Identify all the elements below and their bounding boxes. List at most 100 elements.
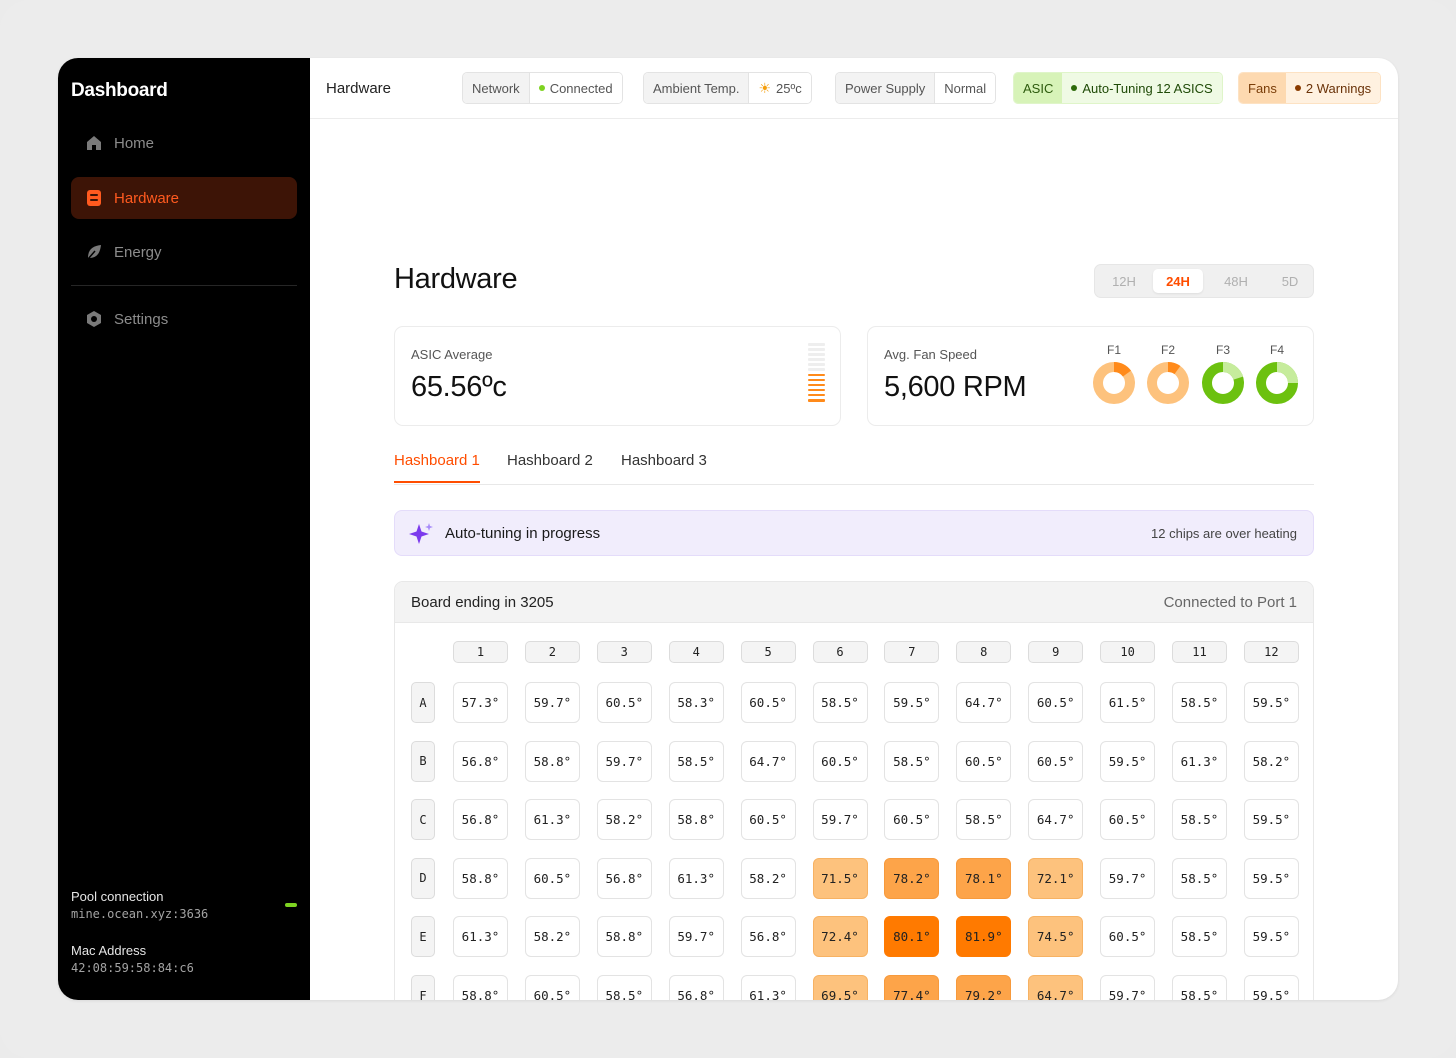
chip-cell[interactable]: 64.7°	[956, 682, 1012, 723]
chip-cell[interactable]: 60.5°	[740, 799, 796, 841]
power-supply-status[interactable]: Power Supply Normal	[835, 72, 997, 104]
chip-cell[interactable]: 58.2°	[596, 799, 652, 841]
chip-cell[interactable]: 61.3°	[453, 916, 508, 958]
chip-cell[interactable]: 61.5°	[1100, 682, 1156, 723]
chip-cell[interactable]: 58.5°	[1172, 916, 1227, 958]
pool-connection-label: Pool connection	[71, 889, 164, 904]
chip-cell[interactable]: 56.8°	[453, 740, 508, 782]
chip-cell[interactable]: 59.5°	[1243, 682, 1299, 723]
range-24h[interactable]: 24H	[1153, 269, 1203, 293]
chip-cell[interactable]: 64.7°	[1028, 799, 1084, 841]
chip-cell[interactable]: 58.8°	[453, 975, 508, 1000]
chip-cell[interactable]: 59.7°	[1100, 975, 1156, 1000]
column-header: 12	[1243, 641, 1299, 663]
chip-cell[interactable]: 59.7°	[1100, 857, 1156, 899]
chip-cell[interactable]: 58.8°	[524, 740, 580, 782]
chip-cell[interactable]: 74.5°	[1028, 916, 1084, 958]
chip-cell[interactable]: 78.2°	[884, 857, 940, 899]
chip-cell[interactable]: 61.3°	[668, 857, 724, 899]
chip-cell[interactable]: 59.7°	[668, 916, 724, 958]
chip-cell[interactable]: 56.8°	[740, 916, 796, 958]
chip-cell[interactable]: 79.2°	[956, 975, 1012, 1000]
chip-cell[interactable]: 59.7°	[812, 799, 868, 841]
chip-cell[interactable]: 60.5°	[740, 682, 796, 723]
sidebar-item-home[interactable]: Home	[71, 122, 297, 164]
chip-cell[interactable]: 81.9°	[956, 916, 1012, 958]
chip-cell[interactable]: 61.3°	[740, 975, 796, 1000]
chip-cell[interactable]: 58.3°	[668, 682, 724, 723]
chip-cell[interactable]: 58.2°	[524, 916, 580, 958]
ambient-temp-status[interactable]: Ambient Temp. ☀ 25ºc	[643, 72, 812, 104]
tab-hashboard-3[interactable]: Hashboard 3	[621, 452, 707, 481]
chip-cell[interactable]: 61.3°	[524, 799, 580, 841]
chip-cell[interactable]: 80.1°	[884, 916, 940, 958]
chip-cell[interactable]: 58.8°	[668, 799, 724, 841]
sidebar-item-energy[interactable]: Energy	[71, 231, 297, 273]
chip-cell[interactable]: 58.5°	[668, 740, 724, 782]
range-5d[interactable]: 5D	[1265, 269, 1315, 293]
banner-title: Auto-tuning in progress	[445, 525, 601, 542]
tab-hashboard-1[interactable]: Hashboard 1	[394, 452, 480, 483]
chip-cell[interactable]: 60.5°	[884, 799, 940, 841]
ambient-temp-value: 25ºc	[776, 80, 802, 96]
status-dot-icon	[538, 85, 545, 91]
chip-cell[interactable]: 60.5°	[524, 975, 580, 1000]
fans-status[interactable]: Fans 2 Warnings	[1238, 72, 1382, 104]
level-bar	[808, 393, 825, 397]
chip-cell[interactable]: 58.2°	[740, 857, 796, 899]
range-48h[interactable]: 48H	[1211, 269, 1261, 293]
chip-cell[interactable]: 58.5°	[956, 799, 1012, 841]
chip-cell[interactable]: 60.5°	[1100, 799, 1156, 841]
chip-cell[interactable]: 58.5°	[884, 740, 940, 782]
chip-cell[interactable]: 69.5°	[812, 975, 868, 1000]
fan-donut-icon	[1147, 362, 1189, 404]
chip-cell[interactable]: 59.5°	[1243, 916, 1299, 958]
chip-cell[interactable]: 60.5°	[524, 857, 580, 899]
chip-cell[interactable]: 60.5°	[596, 682, 652, 723]
tab-hashboard-2[interactable]: Hashboard 2	[507, 452, 593, 481]
chip-cell[interactable]: 58.5°	[1172, 682, 1227, 723]
chip-cell[interactable]: 59.5°	[1243, 857, 1299, 899]
chip-cell[interactable]: 57.3°	[453, 682, 508, 723]
chip-cell[interactable]: 72.1°	[1028, 857, 1084, 899]
chip-cell[interactable]: 72.4°	[812, 916, 868, 958]
chip-cell[interactable]: 59.5°	[1100, 740, 1156, 782]
chip-cell[interactable]: 60.5°	[956, 740, 1012, 782]
chip-cell[interactable]: 56.8°	[668, 975, 724, 1000]
chip-cell[interactable]: 58.5°	[1172, 857, 1227, 899]
chip-cell[interactable]: 58.5°	[1172, 799, 1227, 841]
chip-cell[interactable]: 78.1°	[956, 857, 1012, 899]
chip-cell[interactable]: 77.4°	[884, 975, 940, 1000]
chip-cell[interactable]: 58.5°	[812, 682, 868, 723]
chip-cell[interactable]: 58.5°	[596, 975, 652, 1000]
chip-cell[interactable]: 59.5°	[884, 682, 940, 723]
sidebar-item-settings[interactable]: Settings	[71, 298, 297, 340]
asic-status[interactable]: ASIC Auto-Tuning 12 ASICS	[1013, 72, 1223, 104]
sidebar-divider	[71, 285, 297, 286]
network-status[interactable]: Network Connected	[462, 72, 623, 104]
chip-cell[interactable]: 60.5°	[812, 740, 868, 782]
chip-cell[interactable]: 59.5°	[1243, 975, 1299, 1000]
chip-cell[interactable]: 59.7°	[524, 682, 580, 723]
range-12h[interactable]: 12H	[1099, 269, 1149, 293]
chip-cell[interactable]: 56.8°	[453, 799, 508, 841]
chip-cell[interactable]: 58.2°	[1243, 740, 1299, 782]
chip-cell[interactable]: 71.5°	[812, 857, 868, 899]
chip-cell[interactable]: 64.7°	[1028, 975, 1084, 1000]
chip-cell[interactable]: 60.5°	[1028, 740, 1084, 782]
fan-speed-value: 5,600 RPM	[884, 371, 1027, 403]
chip-cell[interactable]: 64.7°	[740, 740, 796, 782]
chip-cell[interactable]: 58.5°	[1172, 975, 1227, 1000]
chip-cell[interactable]: 59.7°	[596, 740, 652, 782]
chip-cell[interactable]: 60.5°	[1028, 682, 1084, 723]
chip-cell[interactable]: 60.5°	[1100, 916, 1156, 958]
chip-cell[interactable]: 61.3°	[1172, 740, 1227, 782]
sidebar-item-hardware[interactable]: Hardware	[71, 177, 297, 219]
chip-cell[interactable]: 59.5°	[1243, 799, 1299, 841]
fan-speed-label: Avg. Fan Speed	[884, 347, 977, 362]
time-range-selector: 12H 24H 48H 5D	[1094, 264, 1314, 298]
chip-cell[interactable]: 58.8°	[596, 916, 652, 958]
mac-address-value: 42:08:59:58:84:c6	[71, 961, 194, 975]
chip-cell[interactable]: 56.8°	[596, 857, 652, 899]
chip-cell[interactable]: 58.8°	[453, 857, 508, 899]
